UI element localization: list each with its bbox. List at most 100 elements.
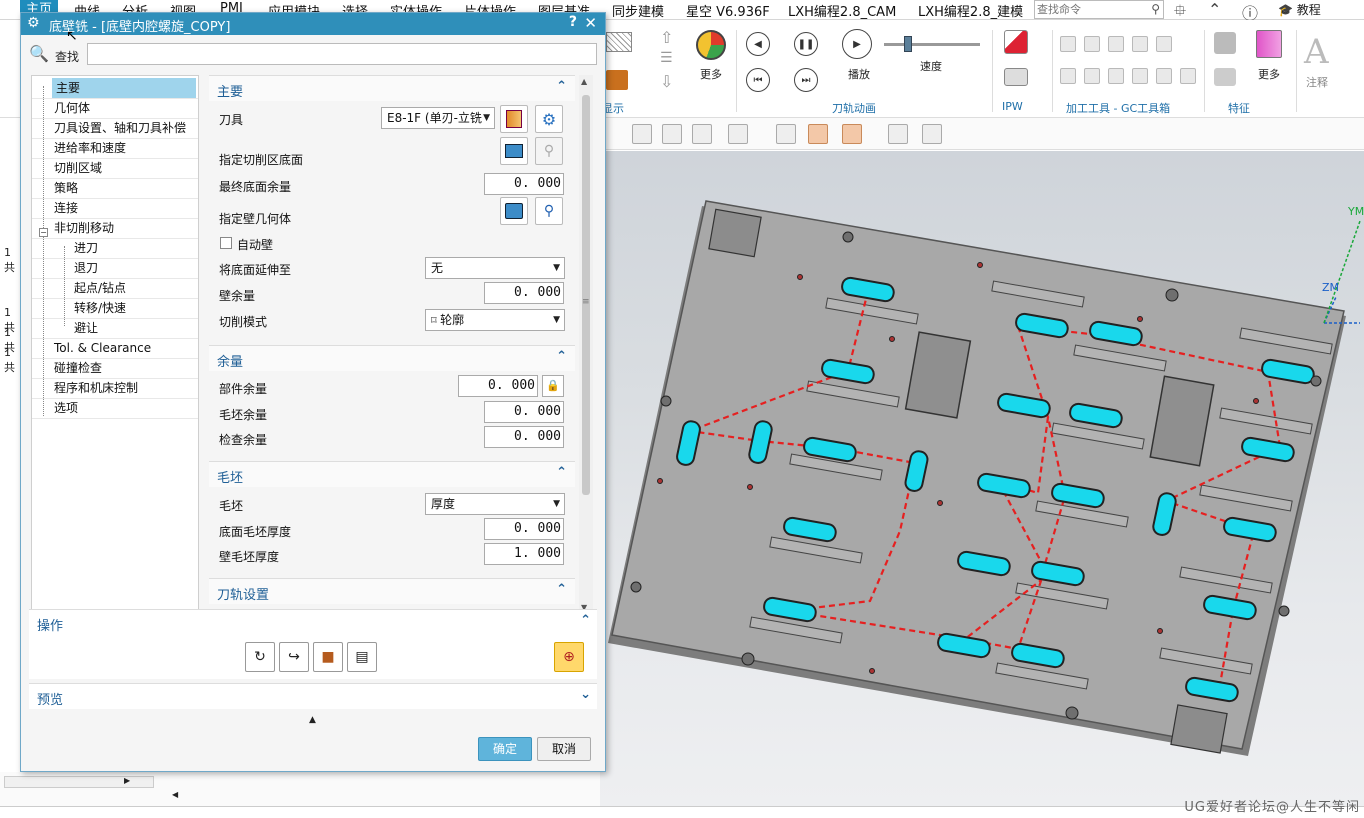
nav-item-main[interactable]: 主要 [52,78,196,98]
wall-blank-input[interactable]: 1. 000 [484,543,564,565]
annotation-icon[interactable]: A [1304,32,1329,72]
command-search[interactable]: ⚲ [1034,0,1164,19]
nav-item-strategy[interactable]: 策略 [54,178,78,198]
nav-item-connections[interactable]: 连接 [54,198,78,218]
up-arrow-icon[interactable]: ⇧ [660,28,673,47]
more-label-1[interactable]: 更多 [700,66,722,82]
collapse-caret-icon[interactable]: ⌃ [556,349,567,364]
gc-tool-icon-8[interactable] [1108,68,1124,84]
specify-floor-button[interactable] [500,137,528,165]
to-end-icon[interactable]: ⏭ [794,68,818,92]
filter-icon[interactable] [632,124,652,144]
gc-tool-icon-3[interactable] [1108,36,1124,52]
display-shaded-icon[interactable] [606,70,628,90]
nav-item-non-cutting[interactable]: 非切削移动 [54,218,114,238]
auto-wall-checkbox[interactable] [220,237,232,249]
section-stock-header[interactable]: 余量 ⌃ [209,345,575,371]
gc-tool-icon-4[interactable] [1132,36,1148,52]
show-hide-icon[interactable] [888,124,908,144]
select-box-icon[interactable] [662,124,682,144]
nav-item-geometry[interactable]: 几何体 [54,98,90,118]
collapse-caret-icon[interactable]: ⌃ [556,465,567,480]
floor-blank-input[interactable]: 0. 000 [484,518,564,540]
gc-tool-icon-10[interactable] [1156,68,1172,84]
view-cube-icon[interactable] [776,124,796,144]
find-input[interactable] [87,43,597,65]
preview-section[interactable]: 预览 ⌄ [29,683,597,709]
gc-tool-icon-9[interactable] [1132,68,1148,84]
wall-stock-input[interactable]: 0. 000 [484,282,564,304]
menu-xingkong[interactable]: 星空 V6.936F [686,1,770,20]
create-tool-button[interactable] [500,105,528,133]
blank-stock-input[interactable]: 0. 000 [484,401,564,423]
nav-item-engage[interactable]: 进刀 [74,238,98,258]
scroll-right-icon[interactable]: ▶ [124,776,130,785]
cancel-button[interactable]: 取消 [537,737,591,761]
to-start-icon[interactable]: ⏮ [746,68,770,92]
cut-pattern-select[interactable]: ⌑ 轮廓 ▼ [425,309,565,331]
final-floor-stock-input[interactable]: 0. 000 [484,173,564,195]
tutorial-link[interactable]: 🎓 教程 [1278,1,1321,18]
search-icon[interactable]: ⚲ [1151,2,1160,16]
pane-scrollbar[interactable]: ▲ ≡ ▼ [579,75,593,615]
menu-sync-modeling[interactable]: 同步建模 [612,1,664,20]
help-icon[interactable]: ? [569,14,577,30]
dialog-title-bar[interactable]: ⚙ 底壁铣 - [底壁内腔螺旋_COPY] ? ✕ [21,13,605,35]
nav-item-options[interactable]: 选项 [54,398,78,418]
tool-select[interactable]: E8-1F (单刃-立铣 ▼ [381,107,495,129]
play-icon[interactable]: ▶ [842,29,872,59]
generate-button[interactable]: ↻ [245,642,275,672]
specify-wall-button[interactable] [500,197,528,225]
gc-tool-icon-1[interactable] [1060,36,1076,52]
snap-point-icon[interactable] [728,124,748,144]
list-button[interactable]: ▤ [347,642,377,672]
ok-button[interactable]: 确定 [478,737,532,761]
gc-tool-icon-11[interactable] [1180,68,1196,84]
expand-caret-icon[interactable]: ⌄ [580,687,591,702]
gc-tool-icon-7[interactable] [1084,68,1100,84]
show-wall-button[interactable]: ⚲ [535,197,563,225]
hide-icon[interactable] [922,124,942,144]
ipw-icon[interactable] [1004,30,1028,54]
feature-icon-2[interactable] [1214,68,1236,86]
more-label-2[interactable]: 更多 [1258,66,1280,82]
nav-item-tol-clearance[interactable]: Tol. & Clearance [54,338,151,358]
feature-more-icon[interactable] [1256,30,1282,58]
step-back-icon[interactable]: ◀ [746,32,770,56]
collapse-ribbon-icon[interactable]: ⌃ [1208,0,1221,19]
nav-item-collision-check[interactable]: 碰撞检查 [54,358,102,378]
scrollbar-thumb[interactable] [582,95,590,495]
expand-dialog-icon[interactable]: ▲ [309,715,316,725]
section-toolpath-header[interactable]: 刀轨设置 ⌃ [209,578,575,604]
custom-op-button[interactable]: ⊕ [554,642,584,672]
gc-tool-icon-5[interactable] [1156,36,1172,52]
scroll-left-icon[interactable]: ◀ [172,790,178,799]
layers-icon[interactable]: ☰ [660,50,673,66]
verify-button[interactable]: ■ [313,642,343,672]
speed-slider-thumb[interactable] [904,36,912,52]
nav-item-feeds[interactable]: 进给率和速度 [54,138,126,158]
down-arrow-icon[interactable]: ⇩ [660,72,673,91]
nav-item-cut-region[interactable]: 切削区域 [54,158,102,178]
nav-item-retract[interactable]: 退刀 [74,258,98,278]
gauge-icon[interactable] [696,30,726,60]
collapse-caret-icon[interactable]: ⌃ [580,613,591,628]
gc-tool-icon-6[interactable] [1060,68,1076,84]
menu-lxh-modeling[interactable]: LXH编程2.8_建模 [918,1,1023,20]
pause-icon[interactable]: ❚❚ [794,32,818,56]
nav-item-transfer[interactable]: 转移/快速 [74,298,126,318]
nav-item-start-points[interactable]: 起点/钻点 [74,278,126,298]
speed-slider[interactable] [884,43,980,46]
replay-button[interactable]: ↪ [279,642,309,672]
check-stock-input[interactable]: 0. 000 [484,426,564,448]
close-icon[interactable]: ✕ [584,14,597,32]
select-body-icon[interactable] [692,124,712,144]
edit-tool-button[interactable]: ⚙ [535,105,563,133]
feature-icon-1[interactable] [1214,32,1236,54]
show-floor-button[interactable]: ⚲ [535,137,563,165]
nav-item-tool-settings[interactable]: 刀具设置、轴和刀具补偿 [54,118,186,138]
shaded-view-icon[interactable] [808,124,828,144]
collapse-caret-icon[interactable]: ⌃ [556,582,567,597]
part-stock-input[interactable]: 0. 000 [458,375,538,397]
display-toggle-icon[interactable] [606,32,632,52]
